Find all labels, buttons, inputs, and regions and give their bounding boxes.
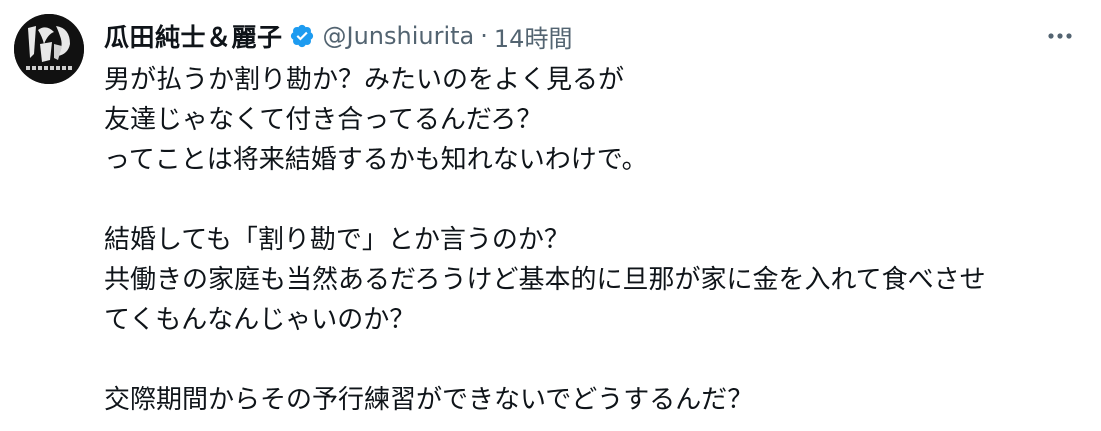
tweet-header: 瓜田純士＆麗子 @Junshiurita · 14時間 — [104, 18, 572, 54]
tweet-text-line: 共働きの家庭も当然あるだろうけど基本的に旦那が家に金を入れて食べさせ — [104, 265, 986, 295]
tweet-text-line: 結婚しても「割り勘で」とか言うのか？ — [104, 225, 570, 255]
tweet-card[interactable]: 瓜田純士＆麗子 @Junshiurita · 14時間 男が払うか割り勘か？みた… — [0, 0, 1101, 431]
more-options-button[interactable] — [1038, 18, 1082, 54]
tweet-text-line: 交際期間からその予行練習ができないでどうするんだ？ — [104, 385, 754, 415]
author-handle[interactable]: @Junshiurita — [323, 22, 475, 50]
tweet-text-line: 友達じゃなくて付き合ってるんだろ？ — [104, 105, 543, 135]
tweet-text-line: 男が払うか割り勘か？みたいのをよく見るが — [104, 65, 625, 95]
separator-dot: · — [480, 22, 488, 50]
avatar-logo-icon — [14, 14, 84, 84]
tweet-timestamp[interactable]: 14時間 — [494, 19, 573, 54]
tweet-text-line: ってことは将来結婚するかも知れないわけで。 — [104, 145, 648, 175]
author-avatar[interactable] — [14, 14, 84, 84]
author-display-name[interactable]: 瓜田純士＆麗子 — [104, 18, 283, 54]
more-horizontal-icon — [1048, 33, 1072, 39]
tweet-text-line: てくもんなんじゃいのか？ — [104, 305, 416, 335]
verified-badge-icon — [289, 23, 315, 49]
tweet-text: 男が払うか割り勘か？みたいのをよく見るが 友達じゃなくて付き合ってるんだろ？ っ… — [104, 60, 1089, 420]
